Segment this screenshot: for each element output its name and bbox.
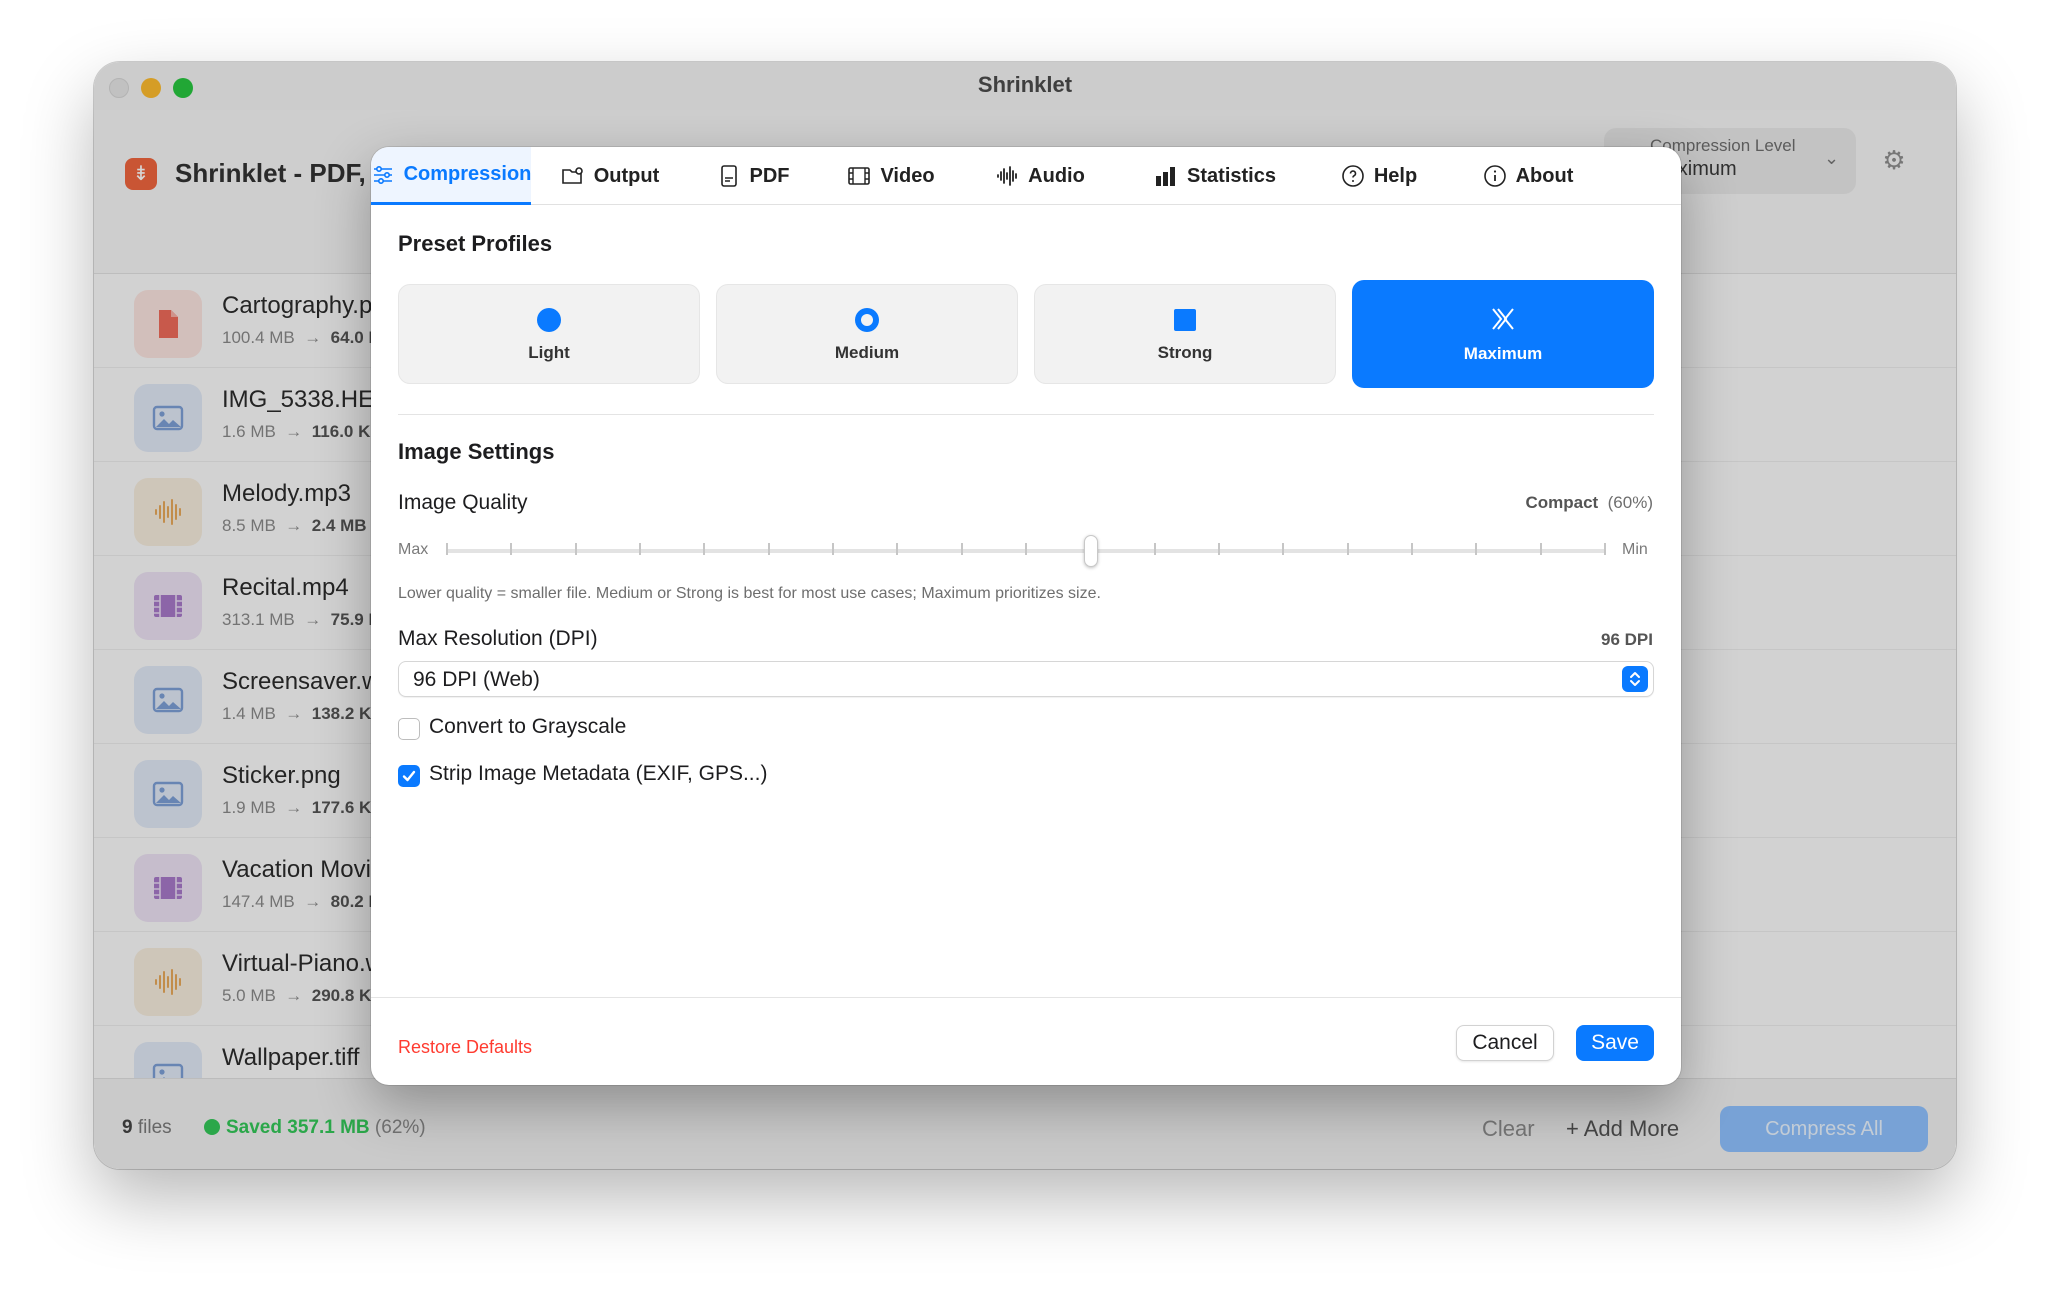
tab-label: Statistics bbox=[1187, 164, 1276, 187]
slider-min-label: Min bbox=[1622, 541, 1648, 558]
tab-pdf[interactable]: PDF bbox=[689, 147, 817, 205]
preset-medium-button[interactable]: Medium bbox=[716, 284, 1018, 384]
tab-label: PDF bbox=[749, 164, 790, 187]
preset-strong-button[interactable]: Strong bbox=[1034, 284, 1336, 384]
slider-tick bbox=[1025, 543, 1027, 555]
image-quality-value: Compact (60%) bbox=[1525, 493, 1653, 512]
slider-tick bbox=[1540, 543, 1542, 555]
folder-gear-icon bbox=[561, 164, 585, 188]
slider-tick bbox=[896, 543, 898, 555]
strip-metadata-checkbox[interactable] bbox=[398, 765, 420, 787]
info-circle-icon bbox=[1483, 164, 1507, 188]
tab-label: Output bbox=[593, 164, 660, 187]
square-icon bbox=[1174, 309, 1196, 331]
slider-tick bbox=[575, 543, 577, 555]
slider-tick bbox=[703, 543, 705, 555]
image-quality-label: Image Quality bbox=[398, 491, 528, 514]
film-icon bbox=[847, 164, 871, 188]
settings-sheet: Compression Output PDF Video Audio Statistics… bbox=[371, 147, 1681, 1085]
slider-tick bbox=[768, 543, 770, 555]
tab-label: Compression bbox=[403, 163, 532, 185]
slider-tick bbox=[639, 543, 641, 555]
slider-tick bbox=[446, 543, 448, 555]
tab-compression[interactable]: Compression bbox=[371, 147, 531, 205]
tab-video[interactable]: Video bbox=[817, 147, 965, 205]
preset-label: Medium bbox=[834, 343, 900, 362]
slider-tick bbox=[1218, 543, 1220, 555]
slider-tick bbox=[1604, 543, 1606, 555]
section-divider bbox=[398, 414, 1654, 415]
restore-defaults-button[interactable]: Restore Defaults bbox=[398, 1037, 532, 1058]
slider-tick bbox=[961, 543, 963, 555]
tab-output[interactable]: Output bbox=[531, 147, 689, 205]
max-resolution-value: 96 DPI bbox=[1601, 630, 1653, 649]
cancel-button[interactable]: Cancel bbox=[1456, 1025, 1554, 1061]
settings-tab-bar: Compression Output PDF Video Audio Statistics… bbox=[371, 147, 1681, 205]
tab-statistics[interactable]: Statistics bbox=[1115, 147, 1315, 205]
slider-tick bbox=[1154, 543, 1156, 555]
slider-tick bbox=[832, 543, 834, 555]
preset-light-button[interactable]: Light bbox=[398, 284, 700, 384]
slider-tick bbox=[1282, 543, 1284, 555]
preset-label: Light bbox=[528, 343, 570, 362]
slider-thumb[interactable] bbox=[1084, 535, 1098, 567]
grayscale-checkbox[interactable] bbox=[398, 718, 420, 740]
tab-label: Help bbox=[1373, 164, 1418, 187]
tab-label: Audio bbox=[1028, 164, 1085, 187]
tab-label: Video bbox=[880, 164, 935, 187]
slider-tick bbox=[1347, 543, 1349, 555]
preset-label: Maximum bbox=[1463, 344, 1543, 363]
slider-max-label: Max bbox=[398, 541, 429, 558]
waveform-icon bbox=[995, 164, 1019, 188]
tab-about[interactable]: About bbox=[1443, 147, 1613, 205]
tab-label: About bbox=[1515, 164, 1574, 187]
ring-circle-icon bbox=[855, 308, 879, 332]
slider-tick bbox=[1411, 543, 1413, 555]
up-down-chevron-icon bbox=[1622, 666, 1648, 692]
slider-tick bbox=[1475, 543, 1477, 555]
filled-circle-icon bbox=[537, 308, 561, 332]
strip-metadata-label: Strip Image Metadata (EXIF, GPS...) bbox=[429, 762, 768, 785]
arrows-inward-icon bbox=[1492, 308, 1514, 330]
slider-tick bbox=[510, 543, 512, 555]
preset-profiles-title: Preset Profiles bbox=[398, 231, 553, 256]
preset-maximum-button[interactable]: Maximum bbox=[1352, 280, 1654, 388]
checkmark-icon bbox=[402, 770, 416, 782]
footer-divider bbox=[371, 997, 1681, 998]
save-button[interactable]: Save bbox=[1576, 1025, 1654, 1061]
resolution-select[interactable]: 96 DPI (Web) bbox=[398, 661, 1654, 697]
max-resolution-label: Max Resolution (DPI) bbox=[398, 627, 598, 650]
sliders-icon bbox=[371, 163, 395, 187]
tab-audio[interactable]: Audio bbox=[965, 147, 1115, 205]
image-settings-title: Image Settings bbox=[398, 439, 555, 464]
resolution-select-value: 96 DPI (Web) bbox=[413, 668, 540, 691]
pdf-document-icon bbox=[717, 164, 741, 188]
quality-help-text: Lower quality = smaller file. Medium or … bbox=[398, 585, 1101, 602]
grayscale-label: Convert to Grayscale bbox=[429, 715, 627, 738]
preset-label: Strong bbox=[1157, 343, 1213, 362]
bar-chart-icon bbox=[1154, 164, 1178, 188]
question-circle-icon bbox=[1341, 164, 1365, 188]
tab-help[interactable]: Help bbox=[1315, 147, 1443, 205]
